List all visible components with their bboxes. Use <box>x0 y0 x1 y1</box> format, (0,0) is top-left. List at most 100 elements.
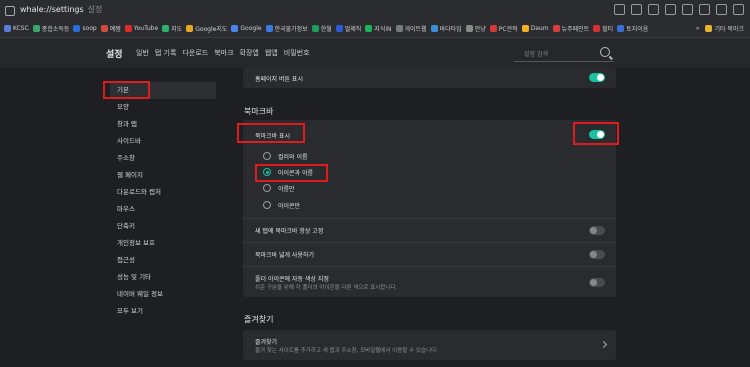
sidebar-item-3[interactable]: 사이드바 <box>110 133 216 150</box>
bookmark-label: 종합소득등 <box>41 26 70 33</box>
bookmark-item[interactable]: 힐티 <box>593 24 613 33</box>
sidebar-item-11[interactable]: 성능 및 기타 <box>110 269 216 286</box>
other-bookmarks-label: 기타 북마크 <box>714 26 744 33</box>
bookmark-item[interactable]: 지식iN <box>365 24 392 33</box>
favicon-icon <box>73 25 81 32</box>
auto-color-toggle[interactable] <box>589 278 605 287</box>
bookmark-section-title: 북마크바 <box>244 107 274 116</box>
sidebar-item-8[interactable]: 단축키 <box>110 218 216 235</box>
homepage-toggle[interactable] <box>589 73 605 82</box>
other-bookmarks[interactable]: 기타 북마크 <box>705 24 744 33</box>
highlight-toggle <box>573 122 619 145</box>
favicon-icon <box>124 25 132 32</box>
radio-icon-only[interactable] <box>263 201 271 209</box>
favicon-icon <box>552 25 560 32</box>
auto-color-label: 폴더 아이콘에 자동 색상 지정 <box>255 276 329 283</box>
favicon-icon <box>335 25 343 32</box>
toolbar-icons <box>614 4 744 15</box>
favicon-icon <box>521 25 529 32</box>
bookmark-label: PC견적 <box>498 26 518 33</box>
sidebar-item-2[interactable]: 창과 탭 <box>110 116 216 133</box>
bookmark-label: 예쩜 <box>109 26 121 33</box>
bookmark-item[interactable]: 토지이음 <box>617 24 648 33</box>
bookmark-item[interactable]: 종합소득등 <box>32 24 70 33</box>
sidebar-item-10[interactable]: 접근성 <box>110 252 216 269</box>
bookmarks-overflow[interactable]: » <box>696 25 700 32</box>
bookmark-items: KCSC 종합소득등 soop 예쩜 YouTube 지도 Google지도 Google 한국… <box>4 24 648 33</box>
sidebar-item-13[interactable]: 모두 보기 <box>110 303 216 320</box>
bookmark-item[interactable]: 안냥 <box>465 24 486 33</box>
bookmark-item[interactable]: 예쩜 <box>100 24 121 33</box>
bookmark-item[interactable]: 멀제직 <box>335 24 362 33</box>
sidebar-item-4[interactable]: 주소창 <box>110 150 216 167</box>
capture-icon[interactable] <box>716 4 727 15</box>
sidebar-item-12[interactable]: 네이버 웨일 정보 <box>110 286 216 303</box>
bookmark-item[interactable]: KCSC <box>4 24 29 33</box>
reload-icon[interactable] <box>614 4 625 15</box>
tab-1[interactable]: 탭 기록 <box>155 48 177 58</box>
bookmark-item[interactable]: 바다타임 <box>430 24 462 33</box>
tab-2[interactable]: 다운로드 <box>182 48 208 58</box>
auto-color-desc: 쉬운 구분을 위해 각 폴더의 아이콘을 다른 색으로 표시합니다. <box>255 285 398 291</box>
tab-4[interactable]: 확장앱 <box>240 48 259 58</box>
bookmark-item[interactable]: 뉴주페인트 <box>552 24 590 33</box>
new-tab-toggle[interactable] <box>589 226 605 235</box>
sidebar-item-6[interactable]: 다운로드와 캡처 <box>110 184 216 201</box>
url-field[interactable]: whale://settings 설정 <box>20 4 102 15</box>
sidebar-item-7[interactable]: 마우스 <box>110 201 216 218</box>
highlight-basic <box>103 81 150 99</box>
tab-0[interactable]: 일반 <box>136 48 149 58</box>
bookmark-label: 한월 <box>320 26 332 33</box>
menu-icon[interactable] <box>733 4 744 15</box>
bookmark-item[interactable]: Daum <box>521 24 549 33</box>
wide-label: 북마크바 넓게 사용하기 <box>255 252 315 259</box>
divider <box>243 266 616 267</box>
chevron-right-icon <box>599 340 608 349</box>
favicon-icon <box>265 25 273 32</box>
favicon-icon <box>465 25 473 32</box>
bookmark-item[interactable]: 게이트웹 <box>395 24 427 33</box>
favicon-icon <box>4 25 11 32</box>
tab-5[interactable]: 웹앱 <box>265 48 278 58</box>
bookmark-label: 지도 <box>171 26 183 33</box>
favorites-card[interactable]: 즐겨찾기 즐겨 찾는 사이트를 추가하고 새 탭과 주소창, 모바일웹에서 이용… <box>243 330 616 360</box>
tab-icon[interactable] <box>5 6 15 16</box>
sidebar-item-9[interactable]: 개인정보 보호 <box>110 235 216 252</box>
favicon-icon <box>100 25 108 32</box>
favorites-label: 즐겨찾기 <box>255 339 278 346</box>
tab-6[interactable]: 비밀번호 <box>284 48 310 58</box>
bookmark-item[interactable]: Google지도 <box>186 24 227 33</box>
sidebar-item-5[interactable]: 웹 페이지 <box>110 167 216 184</box>
bookmark-label: 한국물가정보 <box>274 26 308 33</box>
bookmark-label: 뉴주페인트 <box>561 26 590 33</box>
bookmark-label: 멀제직 <box>344 26 362 33</box>
bookmark-label: Google지도 <box>195 26 228 33</box>
star-icon[interactable] <box>648 4 659 15</box>
download-icon[interactable] <box>665 4 676 15</box>
share-icon[interactable] <box>631 4 642 15</box>
search-input[interactable] <box>522 47 596 61</box>
sidebar-item-1[interactable]: 모양 <box>110 99 216 116</box>
bookmark-label: 바다타임 <box>439 26 462 33</box>
bookmark-item[interactable]: YouTube <box>124 24 158 33</box>
tab-3[interactable]: 북마크 <box>214 48 233 58</box>
search-icon[interactable] <box>600 47 610 57</box>
bookmark-item[interactable]: PC견적 <box>489 24 518 33</box>
bookmark-item[interactable]: 지도 <box>162 24 182 33</box>
bookmark-item[interactable]: soop <box>73 24 97 33</box>
extensions-icon[interactable] <box>682 4 693 15</box>
radio-name-only[interactable] <box>263 184 271 192</box>
bookmarks-right: » 기타 북마크 <box>696 24 744 33</box>
favicon-icon <box>162 25 170 32</box>
sidebar-icon[interactable] <box>699 4 710 15</box>
radio-color-name[interactable] <box>263 152 271 160</box>
bookmark-item[interactable]: Google <box>231 24 262 33</box>
bookmark-label: Daum <box>530 25 549 32</box>
wide-toggle[interactable] <box>589 250 605 259</box>
bookmark-item[interactable]: 한월 <box>311 24 332 33</box>
settings-sidebar: 기본 모양 창과 탭 사이드바 주소창 웹 페이지 다운로드와 캡처 마우스 단축키 개인정보 보… <box>110 82 216 320</box>
bookmark-label: 힐티 <box>602 26 614 33</box>
bookmark-item[interactable]: 한국물가정보 <box>265 24 308 33</box>
favicon-icon <box>430 25 438 32</box>
settings-search[interactable] <box>514 45 614 62</box>
